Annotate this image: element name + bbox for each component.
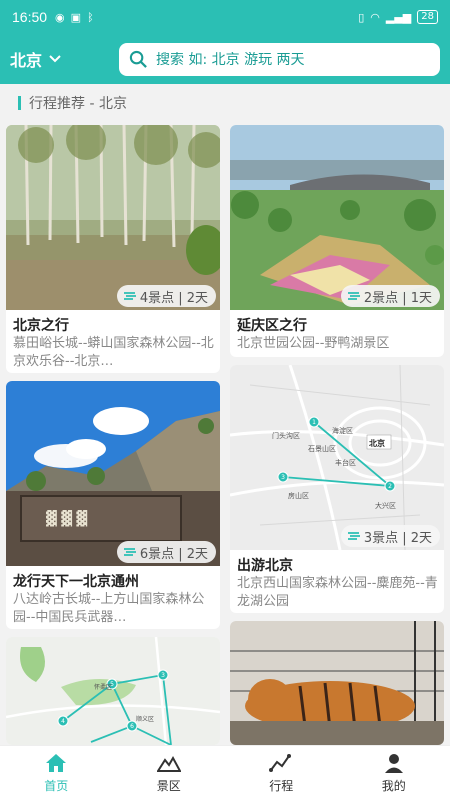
card-photo-cliff: ▓ ▓ ▓ [6,381,220,566]
map-label-daxing: 大兴区 [375,501,396,510]
card-description: 慕田峪长城--蟒山国家森林公园--北京欢乐谷--北京… [13,336,214,369]
mountain-icon [156,755,181,772]
trip-card[interactable]: 3 4 5 6 怀柔区 顺义区 [6,637,220,745]
route-badge-icon [123,548,136,556]
route-badge-icon [123,292,136,300]
map-label-shunyi: 顺义区 [136,716,154,723]
tab-home[interactable]: 首页 [0,746,113,800]
map-label-huairou: 怀柔区 [94,683,112,691]
card-title: 延庆区之行 [237,318,307,334]
map-marker-3: 3 [281,474,285,481]
wifi-icon: ◠ [370,10,380,24]
map-marker-1: 1 [312,419,316,426]
map-marker-4: 4 [61,718,65,725]
spot-count-badge: 2景点 | 1天 [340,285,440,307]
card-photo-expo-park [230,125,444,310]
status-bar: 16:50 ◉ ▣ ᛒ ▯ ◠ ▂▄▆ 28 [0,0,450,34]
map-marker-2: 2 [388,483,392,490]
card-photo-tiger [230,621,444,745]
status-right-icons: ▯ ◠ ▂▄▆ 28 [358,10,438,24]
map-label-haidian: 海淀区 [332,426,353,435]
card-map-route: 3 4 5 6 怀柔区 顺义区 [6,637,220,745]
map-label-fengtai: 丰台区 [335,458,356,467]
tab-scenic[interactable]: 景区 [113,746,226,800]
battery-icon: 28 [417,10,438,24]
trip-card[interactable]: 4景点 | 2天 北京之行 慕田峪长城--蟒山国家森林公园--北京欢乐谷--北京… [6,125,220,373]
search-icon [129,50,147,68]
spot-count-badge: 6景点 | 2天 [116,541,216,563]
signal-icon: ▂▄▆ [385,10,412,24]
trip-card[interactable]: 2景点 | 1天 延庆区之行 北京世园公园--野鸭湖景区 [230,125,444,357]
bottom-tab-bar: 首页 景区 行程 我的 [0,745,450,800]
card-title: 龙行天下一北京通州 [13,574,139,590]
map-label-mentougou: 门头沟区 [272,431,300,440]
card-description: 北京西山国家森林公园--麋鹿苑--青龙湖公园 [237,576,438,609]
badge-text: 4景点 | 2天 [139,290,208,306]
tab-label: 我的 [381,779,406,793]
city-selector[interactable]: 北京 [10,47,110,71]
route-badge-icon [347,292,360,300]
badge-text: 3景点 | 2天 [363,530,432,546]
spot-count-badge: 3景点 | 2天 [340,525,440,547]
trip-card[interactable]: ▓ ▓ ▓ 6景点 | 2天 龙行天下一北京通州 八达岭古长城--上方山国家森林… [6,381,220,629]
bluetooth-icon: ᛒ [87,10,94,24]
trip-card[interactable] [230,621,444,745]
badge-text: 6景点 | 2天 [139,546,208,562]
route-badge-icon [347,532,360,540]
badge-text: 2景点 | 1天 [363,290,432,306]
card-description: 北京世园公园--野鸭湖景区 [237,336,390,351]
status-time: 16:50 [12,9,48,25]
tab-label: 景区 [156,779,181,793]
tab-label: 行程 [269,779,294,793]
card-title: 出游北京 [237,558,293,574]
section-title: 行程推荐 - 北京 [29,96,127,112]
top-bar: 北京 [0,34,450,84]
card-photo-forest [6,125,220,310]
vibrate-icon: ▯ [358,10,365,24]
tab-itinerary[interactable]: 行程 [225,746,338,800]
home-icon [46,754,67,772]
card-title: 北京之行 [13,318,69,334]
carved-inscription: ▓ ▓ ▓ [46,509,87,527]
card-description: 八达岭古长城--上方山国家森林公园--中国民兵武器… [13,592,205,625]
nfc-icon: ▣ [70,10,82,24]
status-left-icons: ◉ ▣ ᛒ [55,11,94,24]
map-label-beijing: 北京 [369,438,385,448]
map-label-shijingshan: 石景山区 [308,444,336,453]
user-icon [384,754,403,773]
chevron-down-icon [49,55,61,63]
map-marker-3: 3 [161,672,165,679]
city-label: 北京 [10,51,43,70]
eye-icon: ◉ [55,10,65,24]
map-marker-6: 6 [130,723,134,730]
search-box[interactable] [119,43,440,76]
spot-count-badge: 4景点 | 2天 [116,285,216,307]
card-map-route: 北京 海淀区 门头沟区 石景山区 丰台区 房山区 大兴区 1 2 3 [230,365,444,550]
tab-label: 首页 [44,779,69,793]
search-input[interactable] [156,51,426,68]
section-header: 行程推荐 - 北京 [0,86,450,120]
section-accent-bar [18,96,21,110]
route-icon [269,754,292,772]
map-label-fangshan: 房山区 [288,491,309,500]
tab-profile[interactable]: 我的 [338,746,450,800]
trip-card[interactable]: 北京 海淀区 门头沟区 石景山区 丰台区 房山区 大兴区 1 2 3 3景点 |… [230,365,444,613]
